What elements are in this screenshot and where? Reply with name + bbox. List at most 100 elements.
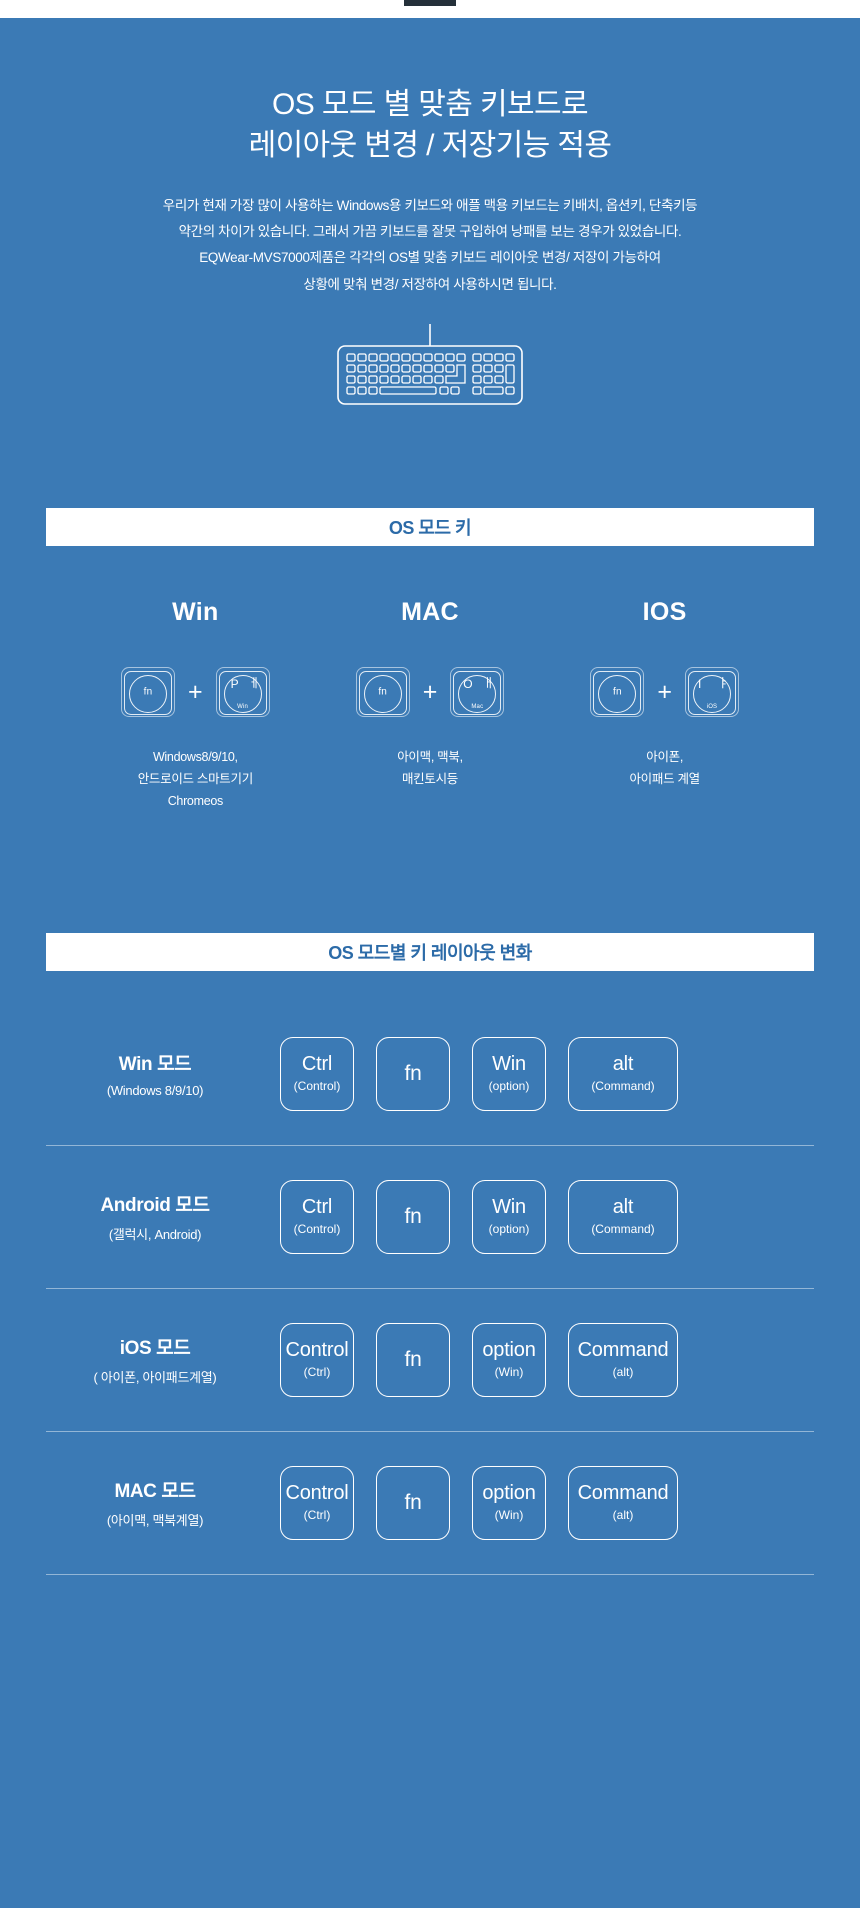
row-divider <box>46 1430 814 1432</box>
keycap-main-label: alt <box>612 1053 634 1076</box>
hero-paragraph-line-2: 약간의 차이가 있습니다. 그래서 가끔 키보드를 잘못 구입하여 낭패를 보는… <box>178 224 682 240</box>
page-title: OS 모드 별 맞춤 키보드로 레이아웃 변경 / 저장기능 적용 <box>0 84 860 167</box>
keycap-main-label: fn <box>404 1491 422 1515</box>
keycap-command: Command (alt) <box>568 1465 678 1540</box>
os-mode-combo-win: fn + P ㅔ Win <box>78 667 313 718</box>
keycap-main-label: alt <box>612 1196 634 1219</box>
keycap-option: option (Win) <box>472 1322 546 1397</box>
os-mode-desc-mac: 아이맥, 맥북, 매킨토시등 <box>313 747 548 791</box>
hero-paragraph-line-1: 우리가 현재 가장 많이 사용하는 Windows용 키보드와 애플 맥용 키보… <box>162 197 698 213</box>
row-label-ios-mode: iOS 모드 ( 아이폰, 아이패드계열) <box>46 1333 264 1386</box>
keycap-main-label: Ctrl <box>301 1053 333 1076</box>
product-infographic-page: OS 모드 별 맞춤 키보드로 레이아웃 변경 / 저장기능 적용 우리가 현재… <box>0 0 860 1908</box>
fn-keycap-icon: fn <box>355 667 410 718</box>
os-mode-column-ios: IOS fn + I ㅑ iOS 아이폰, 아이패드 계열 <box>547 598 782 813</box>
row-divider <box>46 1144 814 1146</box>
row-mode-devices: (Windows 8/9/10) <box>106 1083 204 1099</box>
os-mode-name-mac: MAC <box>401 598 459 627</box>
keycap-main-label: Ctrl <box>301 1196 333 1219</box>
keycap-alt-label: (Win) <box>494 1365 524 1380</box>
os-mode-column-win: Win fn + P ㅔ Win Windows8/9/10, 안드로이드 스마… <box>78 598 313 813</box>
keycap-alt-label: (Command) <box>591 1222 655 1237</box>
keycap-main-label: Command <box>577 1482 669 1505</box>
hero-paragraph: 우리가 현재 가장 많이 사용하는 Windows용 키보드와 애플 맥용 키보… <box>80 193 780 298</box>
os-mode-name-ios: IOS <box>642 598 687 627</box>
keycap-ctrl: Ctrl (Control) <box>280 1036 354 1111</box>
ios-keycap-latin: I <box>697 677 702 692</box>
section-banner-os-mode-key: OS 모드 키 <box>46 508 814 547</box>
row-mode-devices: (갤럭시, Android) <box>108 1227 202 1243</box>
keycap-alt-label: (Ctrl) <box>303 1508 331 1523</box>
table-row: iOS 모드 ( 아이폰, 아이패드계열) Control (Ctrl) fn … <box>46 1301 814 1419</box>
keycap-control: Control (Ctrl) <box>280 1322 354 1397</box>
keycap-fn: fn <box>376 1322 450 1397</box>
keycap-control: Control (Ctrl) <box>280 1465 354 1540</box>
keycap-main-label: option <box>482 1482 536 1505</box>
keycap-ctrl: Ctrl (Control) <box>280 1179 354 1254</box>
os-mode-desc-ios-line-2: 아이패드 계열 <box>629 771 700 786</box>
keycap-win: Win (option) <box>472 1179 546 1254</box>
section-banner-layout-change: OS 모드별 키 레이아웃 변화 <box>46 932 814 971</box>
row-mode-name: MAC 모드 <box>114 1481 196 1503</box>
row-keycaps-mac-mode: Control (Ctrl) fn option (Win) Command (… <box>264 1465 814 1540</box>
os-mode-name-win: Win <box>172 598 219 627</box>
keycap-fn: fn <box>376 1036 450 1111</box>
keyboard-illustration-wrap <box>0 324 860 410</box>
os-mode-desc-mac-line-1: 아이맥, 맥북, <box>397 750 463 765</box>
mac-keycap-hangul: ㅐ <box>483 676 495 691</box>
combo-plus-operator-ios: + <box>657 677 672 706</box>
os-mode-desc-win-line-3: Chromeos <box>167 793 224 808</box>
row-mode-devices: (아이맥, 맥북계열) <box>106 1513 204 1529</box>
win-keycap-sublabel: Win <box>237 704 249 711</box>
os-mode-key-columns: Win fn + P ㅔ Win Windows8/9/10, 안드로이드 스마… <box>0 598 860 813</box>
os-mode-desc-ios: 아이폰, 아이패드 계열 <box>547 747 782 791</box>
combo-plus-operator-win: + <box>188 677 203 706</box>
keycap-main-label: fn <box>404 1348 422 1372</box>
keycap-fn: fn <box>376 1179 450 1254</box>
ios-keycap-hangul: ㅑ <box>717 676 729 691</box>
row-keycaps-win-mode: Ctrl (Control) fn Win (option) alt (Comm… <box>264 1036 814 1111</box>
os-mode-column-mac: MAC fn + O ㅐ Mac 아이맥, 맥북, 매킨토시등 <box>313 598 548 813</box>
keycap-alt-label: (Command) <box>591 1079 655 1094</box>
ios-keycap-sublabel: iOS <box>706 704 718 711</box>
keycap-alt-label: (Control) <box>293 1079 341 1094</box>
row-mode-name: Android 모드 <box>100 1195 210 1217</box>
page-title-line2: 레이아웃 변경 / 저장기능 적용 <box>248 129 612 163</box>
keycap-main-label: fn <box>404 1062 422 1086</box>
keycap-option: option (Win) <box>472 1465 546 1540</box>
os-mode-combo-ios: fn + I ㅑ iOS <box>547 667 782 718</box>
fn-keycap-label: fn <box>378 686 388 698</box>
table-row: MAC 모드 (아이맥, 맥북계열) Control (Ctrl) fn opt… <box>46 1444 814 1562</box>
row-mode-name: iOS 모드 <box>119 1338 191 1360</box>
row-divider <box>46 1287 814 1289</box>
keycap-alt-label: (option) <box>488 1222 530 1237</box>
keycap-alt-label: (Control) <box>293 1222 341 1237</box>
fn-keycap-icon: fn <box>590 667 645 718</box>
row-keycaps-android-mode: Ctrl (Control) fn Win (option) alt (Comm… <box>264 1179 814 1254</box>
row-label-android-mode: Android 모드 (갤럭시, Android) <box>46 1190 264 1243</box>
section-banner-os-mode-key-label: OS 모드 키 <box>388 518 472 539</box>
win-keycap-icon: P ㅔ Win <box>215 667 270 718</box>
row-label-win-mode: Win 모드 (Windows 8/9/10) <box>46 1049 264 1098</box>
page-title-line1: OS 모드 별 맞춤 키보드로 <box>271 88 589 121</box>
row-keycaps-ios-mode: Control (Ctrl) fn option (Win) Command (… <box>264 1322 814 1397</box>
keycap-alt-label: (Win) <box>494 1508 524 1523</box>
hero-paragraph-line-3: EQWear-MVS7000제품은 각각의 OS별 맞춤 키보드 레이아웃 변경… <box>199 250 661 266</box>
keycap-alt: alt (Command) <box>568 1036 678 1111</box>
keycap-main-label: fn <box>404 1205 422 1229</box>
table-row: Win 모드 (Windows 8/9/10) Ctrl (Control) f… <box>46 1015 814 1133</box>
row-label-mac-mode: MAC 모드 (아이맥, 맥북계열) <box>46 1476 264 1529</box>
hero-paragraph-line-4: 상황에 맞춰 변경/ 저장하여 사용하시면 됩니다. <box>303 276 557 292</box>
keycap-alt-label: (alt) <box>612 1508 634 1523</box>
bottom-spacer <box>46 1587 814 1647</box>
keycap-main-label: Command <box>577 1339 669 1362</box>
os-mode-desc-win-line-1: Windows8/9/10, <box>152 750 238 765</box>
os-mode-combo-mac: fn + O ㅐ Mac <box>313 667 548 718</box>
win-keycap-latin: P <box>230 677 239 692</box>
layout-change-table: Win 모드 (Windows 8/9/10) Ctrl (Control) f… <box>0 1015 860 1647</box>
keycap-alt-label: (option) <box>488 1079 530 1094</box>
keycap-alt: alt (Command) <box>568 1179 678 1254</box>
os-mode-desc-ios-line-1: 아이폰, <box>646 750 684 765</box>
keycap-main-label: Win <box>492 1196 526 1219</box>
combo-plus-operator-mac: + <box>422 677 438 706</box>
